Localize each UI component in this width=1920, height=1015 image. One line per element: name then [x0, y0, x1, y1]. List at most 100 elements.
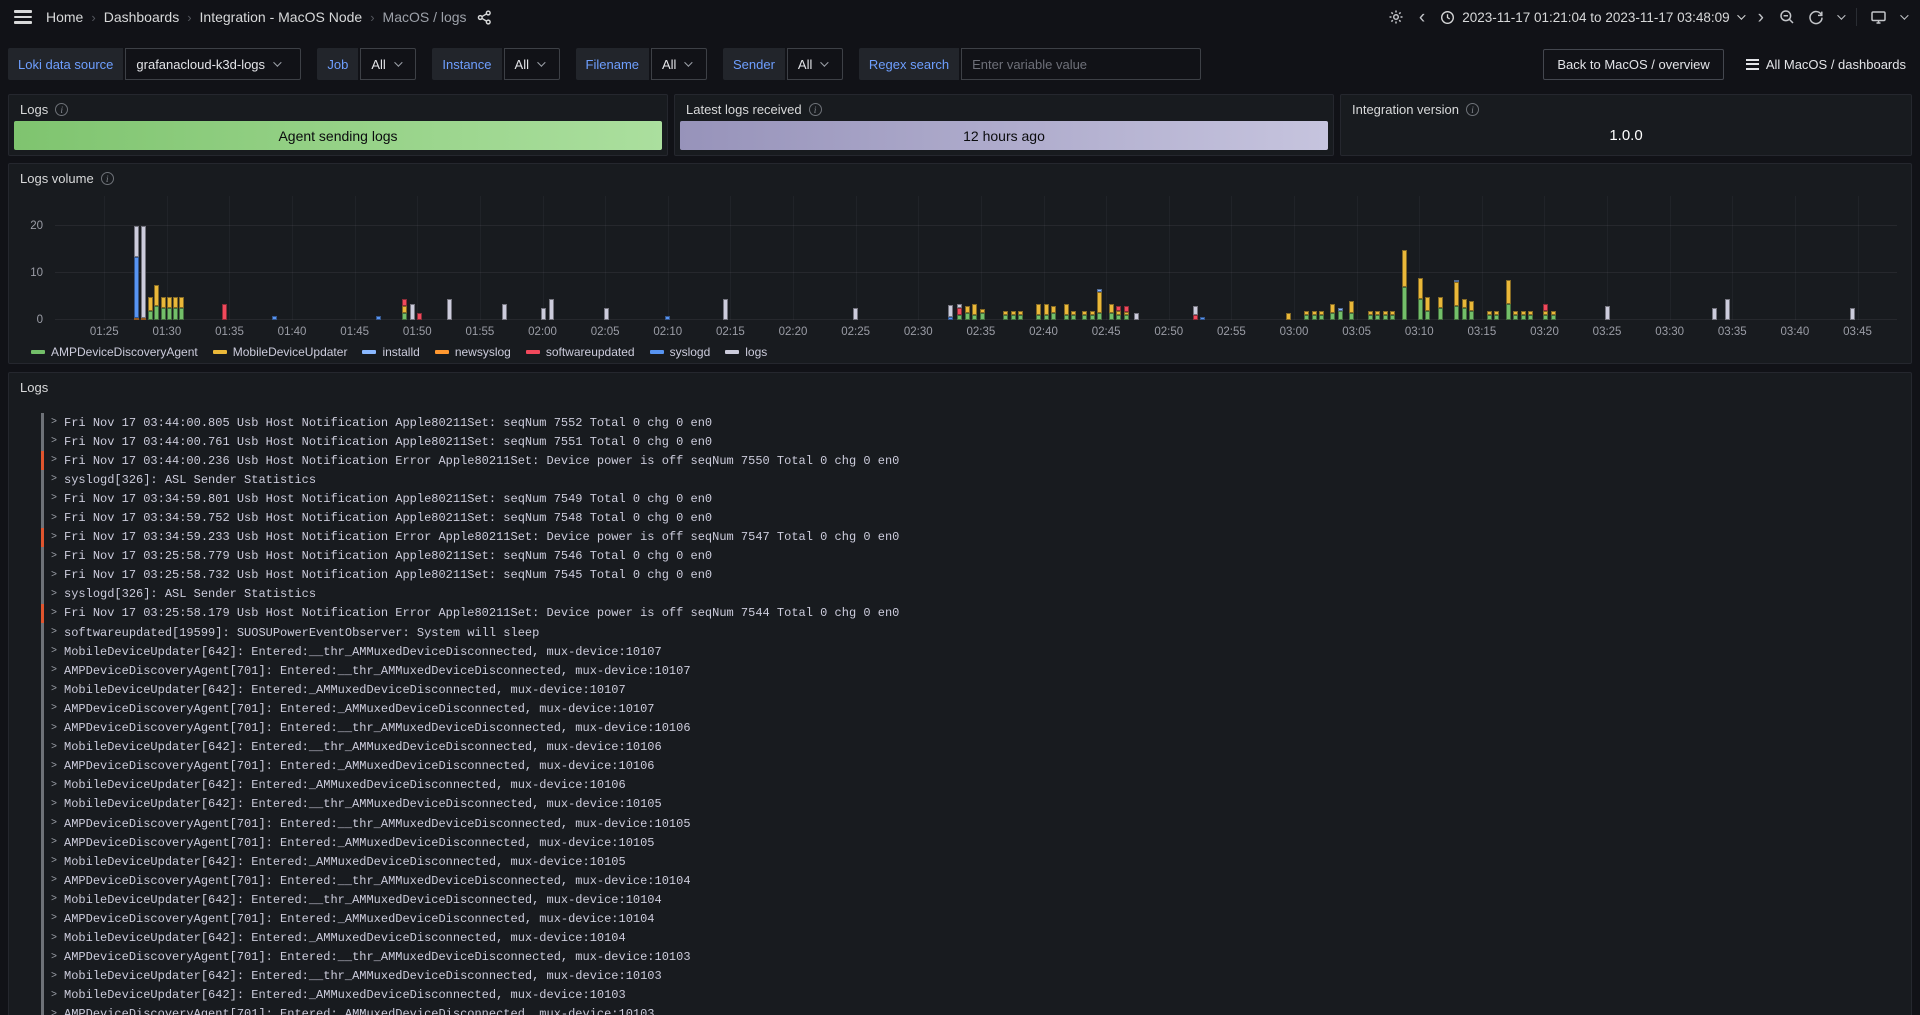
log-row[interactable]: >AMPDeviceDiscoveryAgent[701]: Entered:_…	[41, 1005, 1911, 1015]
expand-log-icon[interactable]: >	[51, 856, 57, 867]
volume-bar[interactable]	[1097, 289, 1102, 320]
volume-bar[interactable]	[604, 308, 609, 320]
volume-bar[interactable]	[853, 308, 858, 320]
legend-item-newsyslog[interactable]: newsyslog	[435, 345, 511, 359]
log-row[interactable]: >AMPDeviceDiscoveryAgent[701]: Entered:_…	[41, 833, 1911, 852]
info-icon[interactable]: i	[55, 103, 68, 116]
volume-bar[interactable]	[1286, 313, 1291, 320]
expand-log-icon[interactable]: >	[51, 684, 57, 695]
expand-log-icon[interactable]: >	[51, 551, 57, 562]
log-row[interactable]: >AMPDeviceDiscoveryAgent[701]: Entered:_…	[41, 757, 1911, 776]
volume-bar[interactable]	[965, 306, 970, 320]
volume-bar[interactable]	[1438, 297, 1443, 321]
zoom-out-icon[interactable]	[1779, 9, 1795, 25]
log-row[interactable]: >MobileDeviceUpdater[642]: Entered:__thr…	[41, 642, 1911, 661]
variable-select-loki-data-source[interactable]: grafanacloud-k3d-logs	[125, 48, 301, 80]
volume-bar[interactable]	[1064, 304, 1069, 320]
info-icon[interactable]: i	[1466, 103, 1479, 116]
breadcrumb-integration-macos-node[interactable]: Integration - MacOS Node	[200, 9, 363, 25]
volume-bar[interactable]	[972, 304, 977, 320]
volume-bar[interactable]	[1454, 280, 1459, 320]
expand-log-icon[interactable]: >	[51, 513, 57, 524]
volume-bar[interactable]	[417, 313, 422, 320]
volume-bar[interactable]	[402, 299, 407, 320]
volume-bar[interactable]	[1116, 306, 1121, 320]
expand-log-icon[interactable]: >	[51, 780, 57, 791]
volume-bar[interactable]	[410, 304, 415, 320]
log-row[interactable]: >AMPDeviceDiscoveryAgent[701]: Entered:_…	[41, 909, 1911, 928]
volume-bar[interactable]	[665, 316, 670, 320]
volume-bar[interactable]	[980, 309, 985, 320]
volume-bar[interactable]	[1338, 308, 1343, 320]
dashboard-settings-gear-icon[interactable]	[1388, 9, 1404, 25]
log-row[interactable]: >Fri Nov 17 03:25:58.779 Usb Host Notifi…	[41, 547, 1911, 566]
volume-bar[interactable]	[1469, 301, 1474, 320]
volume-bar[interactable]	[1109, 304, 1114, 320]
volume-bar[interactable]	[1521, 311, 1526, 320]
info-icon[interactable]: i	[809, 103, 822, 116]
volume-bar[interactable]	[141, 226, 146, 320]
volume-bar[interactable]	[134, 226, 139, 320]
volume-bar[interactable]	[1349, 301, 1354, 320]
volume-bar[interactable]	[161, 297, 166, 321]
log-row[interactable]: >Fri Nov 17 03:34:59.801 Usb Host Notifi…	[41, 489, 1911, 508]
breadcrumb-home[interactable]: Home	[46, 9, 83, 25]
volume-bar[interactable]	[154, 285, 159, 320]
expand-log-icon[interactable]: >	[51, 608, 57, 619]
log-row[interactable]: >Fri Nov 17 03:44:00.805 Usb Host Notifi…	[41, 413, 1911, 432]
expand-log-icon[interactable]: >	[51, 723, 57, 734]
volume-bar[interactable]	[1003, 311, 1008, 320]
legend-item-installd[interactable]: installd	[362, 345, 419, 359]
log-row[interactable]: >AMPDeviceDiscoveryAgent[701]: Entered:_…	[41, 661, 1911, 680]
log-row[interactable]: >syslogd[326]: ASL Sender Statistics	[41, 585, 1911, 604]
expand-log-icon[interactable]: >	[51, 417, 57, 428]
legend-item-softwareupdated[interactable]: softwareupdated	[526, 345, 635, 359]
volume-bar[interactable]	[1390, 311, 1395, 320]
time-shift-right-icon[interactable]: ›	[1756, 8, 1766, 27]
volume-bar[interactable]	[1712, 308, 1717, 320]
volume-bar[interactable]	[957, 304, 962, 320]
variable-select-sender[interactable]: All	[787, 48, 843, 80]
volume-bar[interactable]	[549, 299, 554, 320]
volume-bar[interactable]	[1368, 311, 1373, 320]
expand-log-icon[interactable]: >	[51, 532, 57, 543]
legend-item-ampdevicediscoveryagent[interactable]: AMPDeviceDiscoveryAgent	[31, 345, 198, 359]
expand-log-icon[interactable]: >	[51, 1009, 57, 1015]
expand-log-icon[interactable]: >	[51, 818, 57, 829]
volume-bar[interactable]	[1304, 311, 1309, 320]
volume-bar[interactable]	[1528, 311, 1533, 320]
volume-bar[interactable]	[1200, 317, 1205, 320]
volume-bar[interactable]	[376, 316, 381, 320]
expand-log-icon[interactable]: >	[51, 665, 57, 676]
volume-bar[interactable]	[1543, 304, 1548, 320]
log-row[interactable]: >Fri Nov 17 03:44:00.761 Usb Host Notifi…	[41, 432, 1911, 451]
volume-bar[interactable]	[1193, 306, 1198, 320]
volume-bar[interactable]	[1605, 306, 1610, 320]
volume-bar[interactable]	[502, 304, 507, 320]
expand-log-icon[interactable]: >	[51, 799, 57, 810]
log-row[interactable]: >MobileDeviceUpdater[642]: Entered:_AMMu…	[41, 680, 1911, 699]
volume-bar[interactable]	[447, 299, 452, 320]
legend-item-mobiledeviceupdater[interactable]: MobileDeviceUpdater	[213, 345, 348, 359]
expand-log-icon[interactable]: >	[51, 570, 57, 581]
volume-bar[interactable]	[272, 316, 277, 320]
log-row[interactable]: >AMPDeviceDiscoveryAgent[701]: Entered:_…	[41, 814, 1911, 833]
log-row[interactable]: >MobileDeviceUpdater[642]: Entered:__thr…	[41, 795, 1911, 814]
expand-log-icon[interactable]: >	[51, 474, 57, 485]
volume-bar[interactable]	[1494, 311, 1499, 320]
expand-log-icon[interactable]: >	[51, 933, 57, 944]
log-row[interactable]: >Fri Nov 17 03:25:58.179 Usb Host Notifi…	[41, 604, 1911, 623]
volume-bar[interactable]	[1036, 304, 1041, 320]
kiosk-chevron-icon[interactable]	[1900, 11, 1908, 19]
volume-bar[interactable]	[1124, 306, 1129, 320]
time-range-picker[interactable]: 2023-11-17 01:21:04 to 2023-11-17 03:48:…	[1440, 10, 1742, 25]
logs-volume-plot[interactable]	[55, 196, 1897, 320]
back-to-overview-button[interactable]: Back to MacOS / overview	[1543, 49, 1723, 80]
log-row[interactable]: >softwareupdated[19599]: SUOSUPowerEvent…	[41, 623, 1911, 642]
volume-bar[interactable]	[1319, 311, 1324, 320]
volume-bar[interactable]	[1425, 297, 1430, 320]
legend-item-logs[interactable]: logs	[725, 345, 767, 359]
variable-input-regex-search[interactable]	[961, 48, 1201, 80]
log-row[interactable]: >MobileDeviceUpdater[642]: Entered:__thr…	[41, 738, 1911, 757]
time-shift-left-icon[interactable]: ‹	[1417, 8, 1427, 27]
